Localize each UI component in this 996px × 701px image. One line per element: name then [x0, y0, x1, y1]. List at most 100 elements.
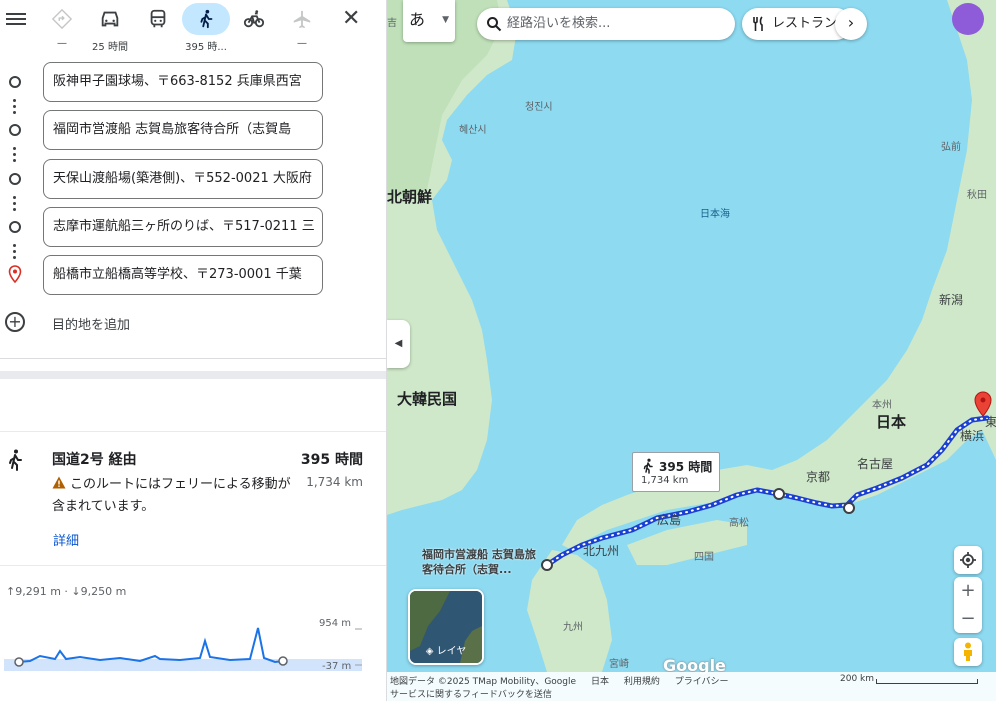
divider [0, 358, 386, 359]
map-footer: 地図データ ©2025 TMap Mobility、Google 日本 利用規約… [387, 672, 996, 701]
mode-transit[interactable] [134, 3, 182, 53]
privacy-link[interactable]: プライバシー [675, 677, 729, 687]
divider [0, 565, 386, 566]
map-label-kyushu: 九州 [563, 622, 583, 633]
my-location-button[interactable] [954, 546, 982, 574]
warning-text: このルートにはフェリーによる移動が含まれています。 [52, 477, 291, 514]
zoom-in-button[interactable]: + [954, 577, 982, 605]
restaurant-chip-label: レストラン [772, 16, 838, 31]
mode-best[interactable]: — [38, 3, 86, 53]
add-destination-label: 目的地を追加 [52, 318, 131, 333]
travel-mode-bar: — 25 時間 395 時... — ✕ [0, 0, 386, 58]
add-destination-button[interactable]: + 目的地を追加 [0, 312, 386, 334]
menu-button[interactable] [6, 10, 26, 28]
country-link[interactable]: 日本 [591, 677, 609, 687]
route-callout[interactable]: 395 時間 1,734 km [632, 452, 720, 492]
map-label-hirosaki: 弘前 [941, 142, 961, 153]
bicycle-icon [230, 3, 278, 35]
directions-icon [38, 3, 86, 35]
destination-pin-icon [8, 265, 22, 283]
callout-duration: 395 時間 [659, 460, 713, 474]
waypoint-input[interactable]: 福岡市営渡船 志賀島旅客待合所（志賀島 [43, 110, 323, 150]
close-icon[interactable]: ✕ [342, 8, 360, 30]
details-link[interactable]: 詳細 [53, 530, 79, 549]
search-along-route[interactable]: 経路沿いを検索... [477, 8, 735, 40]
waypoint-circle-icon [9, 76, 21, 88]
mode-car[interactable]: 25 時間 [86, 3, 134, 53]
scale-label: 200 km [840, 674, 875, 684]
zoom-out-button[interactable]: − [954, 605, 982, 633]
layers-button[interactable]: ◈ レイヤ [408, 589, 484, 665]
mode-walk-label: 395 時... [185, 42, 227, 53]
layers-icon: ◈ [425, 646, 434, 657]
map-label-kitakyushu: 北九州 [583, 544, 620, 558]
map-label-tokyo: 東 [985, 415, 996, 429]
map-label-gil: 吉 [387, 18, 397, 29]
elevation-max: 954 m [319, 618, 352, 629]
mode-flight[interactable]: — [278, 3, 326, 53]
waypoint-circle-icon [9, 221, 21, 233]
scale-bar[interactable]: 200 km [840, 674, 978, 684]
map-data-attribution: 地図データ ©2025 TMap Mobility、Google [390, 677, 577, 687]
elevation-stats: ↑9,291 m · ↓9,250 m [6, 585, 127, 598]
collapse-panel-button[interactable]: ◀ [387, 320, 410, 368]
location-icon [960, 552, 976, 568]
waypoint-input[interactable]: 志摩市運航船三ヶ所のりば、〒517-0211 三 [43, 207, 323, 247]
elevation-profile: ↑9,291 m · ↓9,250 m 954 m -37 m [0, 585, 386, 685]
mode-walk[interactable]: 395 時... [182, 3, 230, 53]
map-label-niigata: 新潟 [939, 293, 964, 307]
waypoint-input[interactable]: 阪神甲子園球場、〒663-8152 兵庫県西宮 [43, 62, 323, 102]
map-label-nagoya: 名古屋 [857, 457, 894, 471]
restaurant-icon [753, 16, 763, 31]
chevron-down-icon: ▼ [442, 15, 449, 25]
mode-car-label: 25 時間 [92, 42, 128, 53]
waypoint-1: 阪神甲子園球場、〒663-8152 兵庫県西宮 [0, 62, 386, 102]
callout-distance: 1,734 km [641, 475, 689, 486]
map-label-chongjin: 청진시 [525, 102, 553, 113]
chevron-right-icon[interactable]: › [835, 8, 867, 40]
map-label-hiroshima: 広島 [657, 513, 682, 527]
map-label-kyoto: 京都 [806, 470, 831, 484]
avatar[interactable] [952, 3, 984, 35]
map-label-honshu: 本州 [872, 400, 892, 411]
map-label-japan: 日本 [876, 413, 907, 431]
search-icon [487, 17, 502, 32]
mode-bike[interactable] [230, 3, 278, 53]
map-canvas[interactable]: 北朝鮮 大韓民国 日本 日本海 新潟 名古屋 京都 横浜 東 北九州 広島 高松… [387, 0, 996, 701]
route-via: 国道2号 経由 [52, 452, 137, 468]
mode-best-label: — [57, 38, 67, 49]
map-label-miyazaki: 宮崎 [609, 659, 629, 670]
divider [0, 371, 386, 379]
language-button[interactable]: あ ▼ [403, 0, 455, 42]
map-label-shikoku: 四国 [694, 552, 714, 563]
map-label-north-korea: 北朝鮮 [387, 188, 433, 206]
walking-icon [9, 449, 22, 471]
add-icon: + [5, 312, 25, 332]
car-icon [86, 3, 134, 35]
pegman-icon [964, 642, 972, 661]
map-label-takamatsu: 高松 [729, 518, 749, 529]
terms-link[interactable]: 利用規約 [624, 677, 660, 687]
map-label-yokohama: 横浜 [960, 429, 985, 443]
waypoint-4: 志摩市運航船三ヶ所のりば、〒517-0211 三 [0, 207, 386, 247]
map-label-south-korea: 大韓民国 [397, 390, 458, 408]
airplane-icon [278, 3, 326, 35]
route-distance: 1,734 km [306, 475, 363, 489]
scale-line [876, 679, 978, 684]
route-option[interactable]: 国道2号 経由 395 時間 1,734 km このルートにはフェリーによる移動… [0, 446, 386, 556]
destination-input[interactable]: 船橋市立船橋高等学校、〒273-0001 千葉 [43, 255, 323, 295]
waypoint-destination: 船橋市立船橋高等学校、〒273-0001 千葉 [0, 255, 386, 295]
feedback-link[interactable]: サービスに関するフィードバックを送信 [390, 687, 552, 700]
street-view-pegman[interactable] [954, 638, 982, 666]
elevation-chart [4, 627, 362, 671]
walking-icon [643, 458, 653, 474]
map-label-fukuoka-stop[interactable]: 福岡市営渡船 志賀島旅客待合所（志賀... [422, 547, 537, 577]
bus-icon [134, 3, 182, 35]
map-label-akita: 秋田 [967, 190, 987, 201]
warning-icon [52, 476, 66, 489]
ferry-warning: このルートにはフェリーによる移動が含まれています。 [52, 474, 297, 518]
route-duration: 395 時間 [300, 452, 363, 468]
mode-flight-label: — [297, 38, 307, 49]
waypoint-input[interactable]: 天保山渡船場(築港側)、〒552-0021 大阪府 [43, 159, 323, 199]
search-placeholder: 経路沿いを検索... [507, 16, 611, 31]
